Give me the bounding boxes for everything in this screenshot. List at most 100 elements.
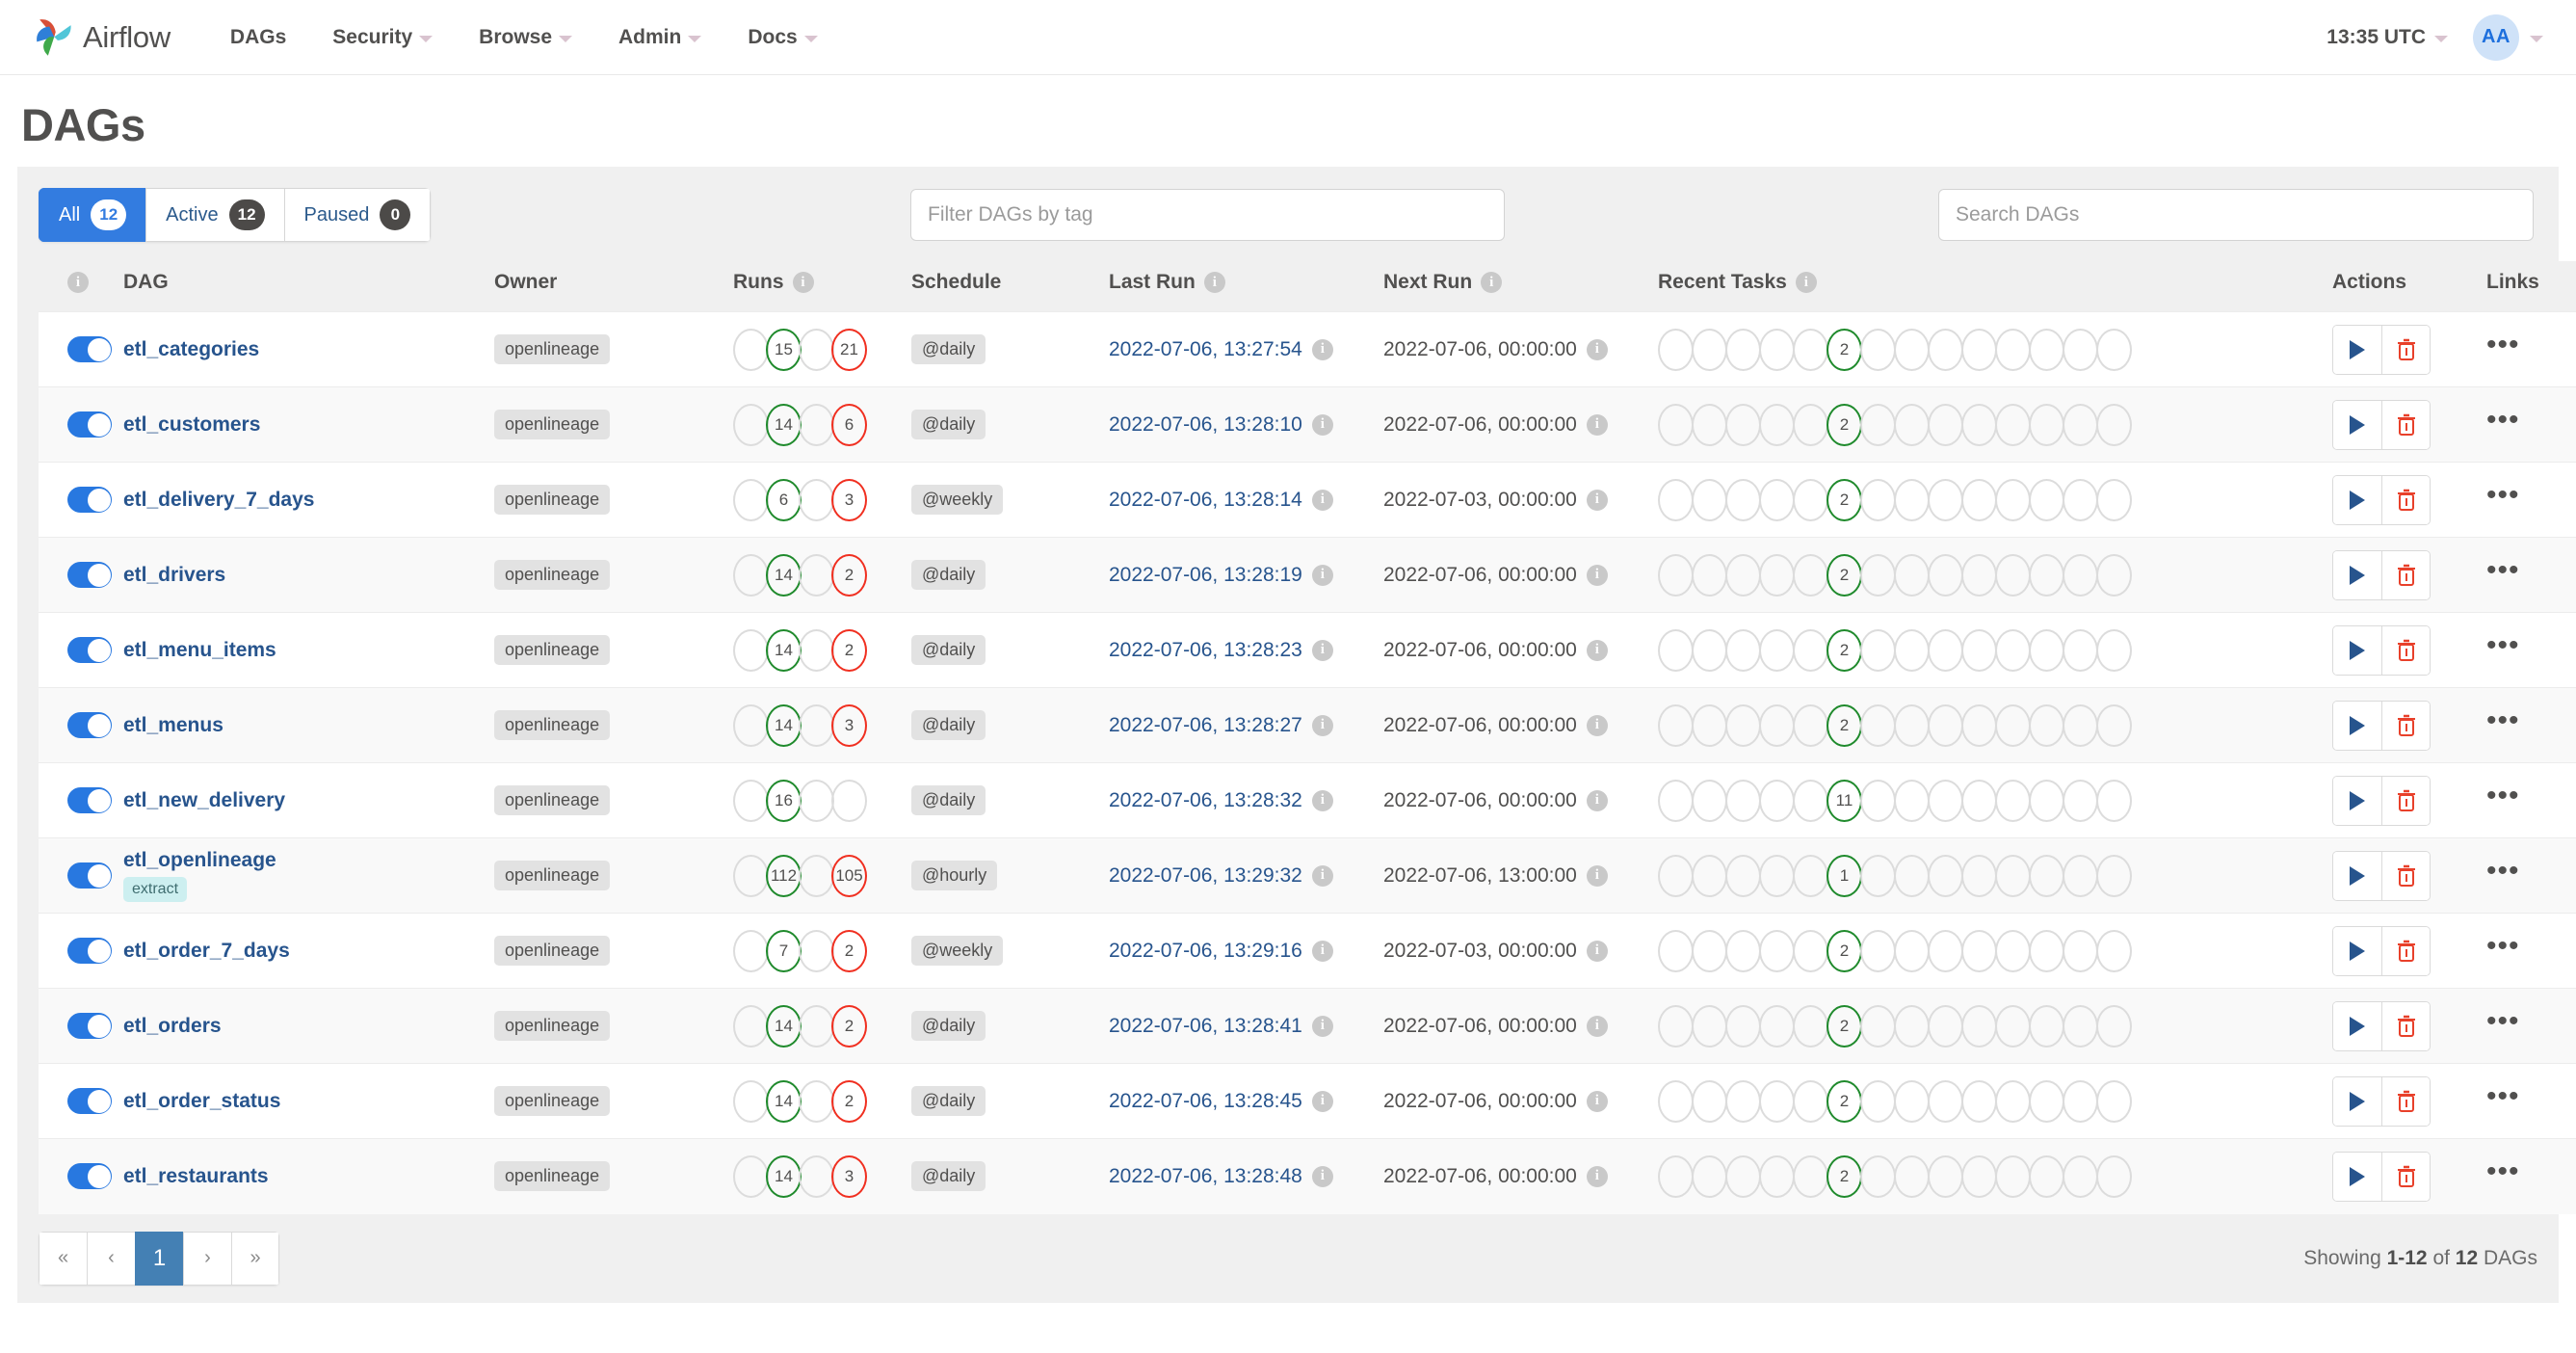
- task-status-empty[interactable]: [2029, 779, 2064, 822]
- task-status-empty[interactable]: [1860, 854, 1896, 897]
- task-status-empty[interactable]: [1860, 929, 1896, 972]
- task-status-empty[interactable]: [2029, 1079, 2064, 1123]
- links-more-button[interactable]: •••: [2486, 930, 2520, 973]
- task-status-empty[interactable]: [1793, 403, 1828, 446]
- info-icon[interactable]: i: [1586, 639, 1608, 661]
- run-status-success[interactable]: 14: [766, 1154, 802, 1198]
- info-icon[interactable]: i: [792, 272, 814, 293]
- dag-link[interactable]: etl_menu_items: [123, 639, 494, 662]
- task-status-empty[interactable]: [2063, 929, 2098, 972]
- filter-tab-paused[interactable]: Paused 0: [283, 188, 432, 242]
- task-status-empty[interactable]: [1692, 1154, 1727, 1198]
- task-status-empty[interactable]: [1995, 553, 2031, 597]
- delete-dag-button[interactable]: [2381, 776, 2430, 825]
- nav-item-dags[interactable]: DAGs: [228, 20, 288, 55]
- task-status-empty[interactable]: [1658, 1079, 1694, 1123]
- schedule-chip[interactable]: @daily: [911, 410, 986, 439]
- run-status-empty[interactable]: [799, 779, 834, 822]
- schedule-chip[interactable]: @weekly: [911, 936, 1004, 966]
- task-status-empty[interactable]: [2096, 1079, 2132, 1123]
- run-status-success[interactable]: 16: [766, 779, 802, 822]
- task-status-empty[interactable]: [1961, 703, 1997, 747]
- run-status-empty[interactable]: [733, 1004, 769, 1048]
- dag-link[interactable]: etl_delivery_7_days: [123, 489, 494, 512]
- schedule-chip[interactable]: @daily: [911, 560, 986, 590]
- run-status-empty[interactable]: [799, 1154, 834, 1198]
- info-icon[interactable]: i: [1586, 1015, 1608, 1037]
- task-status-empty[interactable]: [1961, 553, 1997, 597]
- dag-link[interactable]: etl_orders: [123, 1015, 494, 1038]
- dag-link[interactable]: etl_categories: [123, 338, 494, 361]
- delete-dag-button[interactable]: [2381, 625, 2430, 675]
- last-run-link[interactable]: 2022-07-06, 13:28:23: [1109, 639, 1302, 662]
- task-status-empty[interactable]: [2063, 1079, 2098, 1123]
- run-status-success[interactable]: 14: [766, 628, 802, 672]
- task-status-empty[interactable]: [1725, 403, 1761, 446]
- delete-dag-button[interactable]: [2381, 926, 2430, 975]
- task-status-empty[interactable]: [1928, 779, 1963, 822]
- task-status-empty[interactable]: [1860, 779, 1896, 822]
- dag-link[interactable]: etl_drivers: [123, 564, 494, 587]
- task-status-empty[interactable]: [1658, 403, 1694, 446]
- run-status-empty[interactable]: [733, 328, 769, 371]
- links-more-button[interactable]: •••: [2486, 479, 2520, 522]
- run-status-success[interactable]: 15: [766, 328, 802, 371]
- th-dag[interactable]: DAG: [123, 261, 494, 312]
- task-status-empty[interactable]: [1759, 703, 1795, 747]
- search-input[interactable]: [1938, 189, 2534, 241]
- trigger-dag-button[interactable]: [2333, 926, 2381, 975]
- task-status-empty[interactable]: [1725, 929, 1761, 972]
- dag-tag[interactable]: extract: [123, 877, 188, 902]
- last-run-link[interactable]: 2022-07-06, 13:28:10: [1109, 413, 1302, 437]
- task-status-empty[interactable]: [1725, 703, 1761, 747]
- task-status-empty[interactable]: [1793, 628, 1828, 672]
- trigger-dag-button[interactable]: [2333, 1152, 2381, 1201]
- owner-chip[interactable]: openlineage: [494, 1086, 611, 1116]
- links-more-button[interactable]: •••: [2486, 554, 2520, 597]
- owner-chip[interactable]: openlineage: [494, 861, 611, 890]
- task-status-empty[interactable]: [1692, 628, 1727, 672]
- run-status-success[interactable]: 14: [766, 1079, 802, 1123]
- run-status-failed[interactable]: 2: [831, 628, 867, 672]
- info-icon[interactable]: i: [1586, 789, 1608, 811]
- task-status-empty[interactable]: [1658, 779, 1694, 822]
- info-icon[interactable]: i: [1481, 272, 1503, 293]
- info-icon[interactable]: i: [1586, 489, 1608, 511]
- task-status-empty[interactable]: [1928, 854, 1963, 897]
- links-more-button[interactable]: •••: [2486, 629, 2520, 673]
- dag-pause-toggle[interactable]: [67, 411, 112, 438]
- task-status-empty[interactable]: [1894, 1154, 1930, 1198]
- dag-pause-toggle[interactable]: [67, 637, 112, 663]
- task-status-empty[interactable]: [1995, 1154, 2031, 1198]
- task-status-empty[interactable]: [1995, 628, 2031, 672]
- task-status-success[interactable]: 11: [1827, 779, 1862, 822]
- task-status-success[interactable]: 2: [1827, 553, 1862, 597]
- task-status-empty[interactable]: [2029, 703, 2064, 747]
- task-status-empty[interactable]: [2063, 328, 2098, 371]
- trigger-dag-button[interactable]: [2333, 475, 2381, 524]
- dag-link[interactable]: etl_menus: [123, 714, 494, 737]
- task-status-empty[interactable]: [1894, 703, 1930, 747]
- info-icon[interactable]: i: [1586, 338, 1608, 360]
- task-status-empty[interactable]: [1860, 403, 1896, 446]
- task-status-empty[interactable]: [1759, 854, 1795, 897]
- nav-item-admin[interactable]: Admin: [617, 20, 703, 55]
- task-status-empty[interactable]: [1725, 1154, 1761, 1198]
- task-status-empty[interactable]: [2096, 1154, 2132, 1198]
- info-icon[interactable]: i: [1311, 639, 1333, 661]
- run-status-success[interactable]: 14: [766, 1004, 802, 1048]
- task-status-empty[interactable]: [1658, 628, 1694, 672]
- delete-dag-button[interactable]: [2381, 400, 2430, 449]
- pagination-prev[interactable]: ‹: [87, 1231, 135, 1286]
- task-status-success[interactable]: 1: [1827, 854, 1862, 897]
- task-status-empty[interactable]: [1961, 1004, 1997, 1048]
- task-status-empty[interactable]: [1995, 929, 2031, 972]
- last-run-link[interactable]: 2022-07-06, 13:28:48: [1109, 1165, 1302, 1188]
- task-status-empty[interactable]: [1692, 403, 1727, 446]
- run-status-failed[interactable]: 3: [831, 478, 867, 521]
- filter-tab-active[interactable]: Active 12: [145, 188, 284, 242]
- info-icon[interactable]: i: [1586, 564, 1608, 586]
- task-status-empty[interactable]: [2096, 553, 2132, 597]
- info-icon[interactable]: i: [1311, 413, 1333, 436]
- owner-chip[interactable]: openlineage: [494, 485, 611, 515]
